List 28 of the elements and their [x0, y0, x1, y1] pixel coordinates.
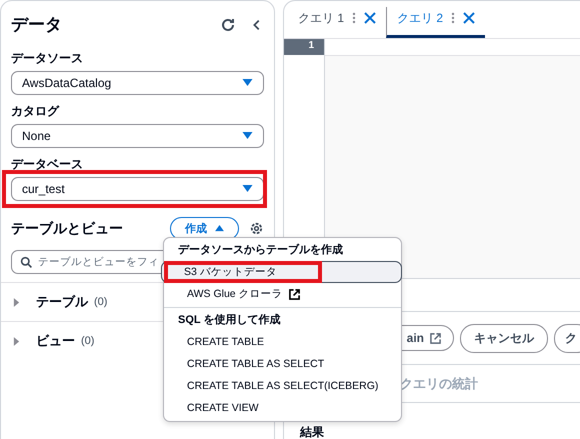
caret-icon	[215, 225, 224, 232]
action-button[interactable]: キャンセル	[460, 324, 548, 352]
menu-item[interactable]: CREATE VIEW	[164, 397, 401, 419]
field-label: カタログ	[11, 103, 60, 120]
select-field[interactable]: AwsDataCatalog	[11, 71, 264, 95]
caret-icon	[242, 132, 253, 140]
caret-icon	[242, 79, 253, 87]
close-icon[interactable]	[364, 12, 376, 24]
caret-icon	[242, 185, 253, 193]
close-icon[interactable]	[463, 12, 476, 24]
menu-item[interactable]: CREATE TABLE AS SELECT(ICEBERG)	[164, 375, 401, 397]
field-label: データベース	[11, 156, 84, 173]
search-icon	[20, 256, 33, 268]
action-button[interactable]: ク	[554, 324, 580, 352]
refresh-icon[interactable]	[220, 16, 236, 32]
results-title: 結果	[300, 425, 324, 439]
query-tab[interactable]: クエリ 1	[288, 1, 386, 38]
select-field[interactable]: None	[11, 124, 264, 148]
external-link-icon	[430, 332, 441, 344]
section-title: テーブルとビュー	[11, 220, 124, 238]
line-number: 1	[284, 39, 324, 55]
select-field[interactable]: cur_test	[11, 177, 264, 201]
panel-title: データ	[11, 14, 63, 36]
settings-icon[interactable]	[249, 221, 264, 236]
external-link-icon	[288, 288, 300, 300]
drag-handle-icon[interactable]	[451, 12, 456, 24]
drag-handle-icon[interactable]	[352, 12, 356, 24]
field-label: データソース	[11, 50, 84, 67]
